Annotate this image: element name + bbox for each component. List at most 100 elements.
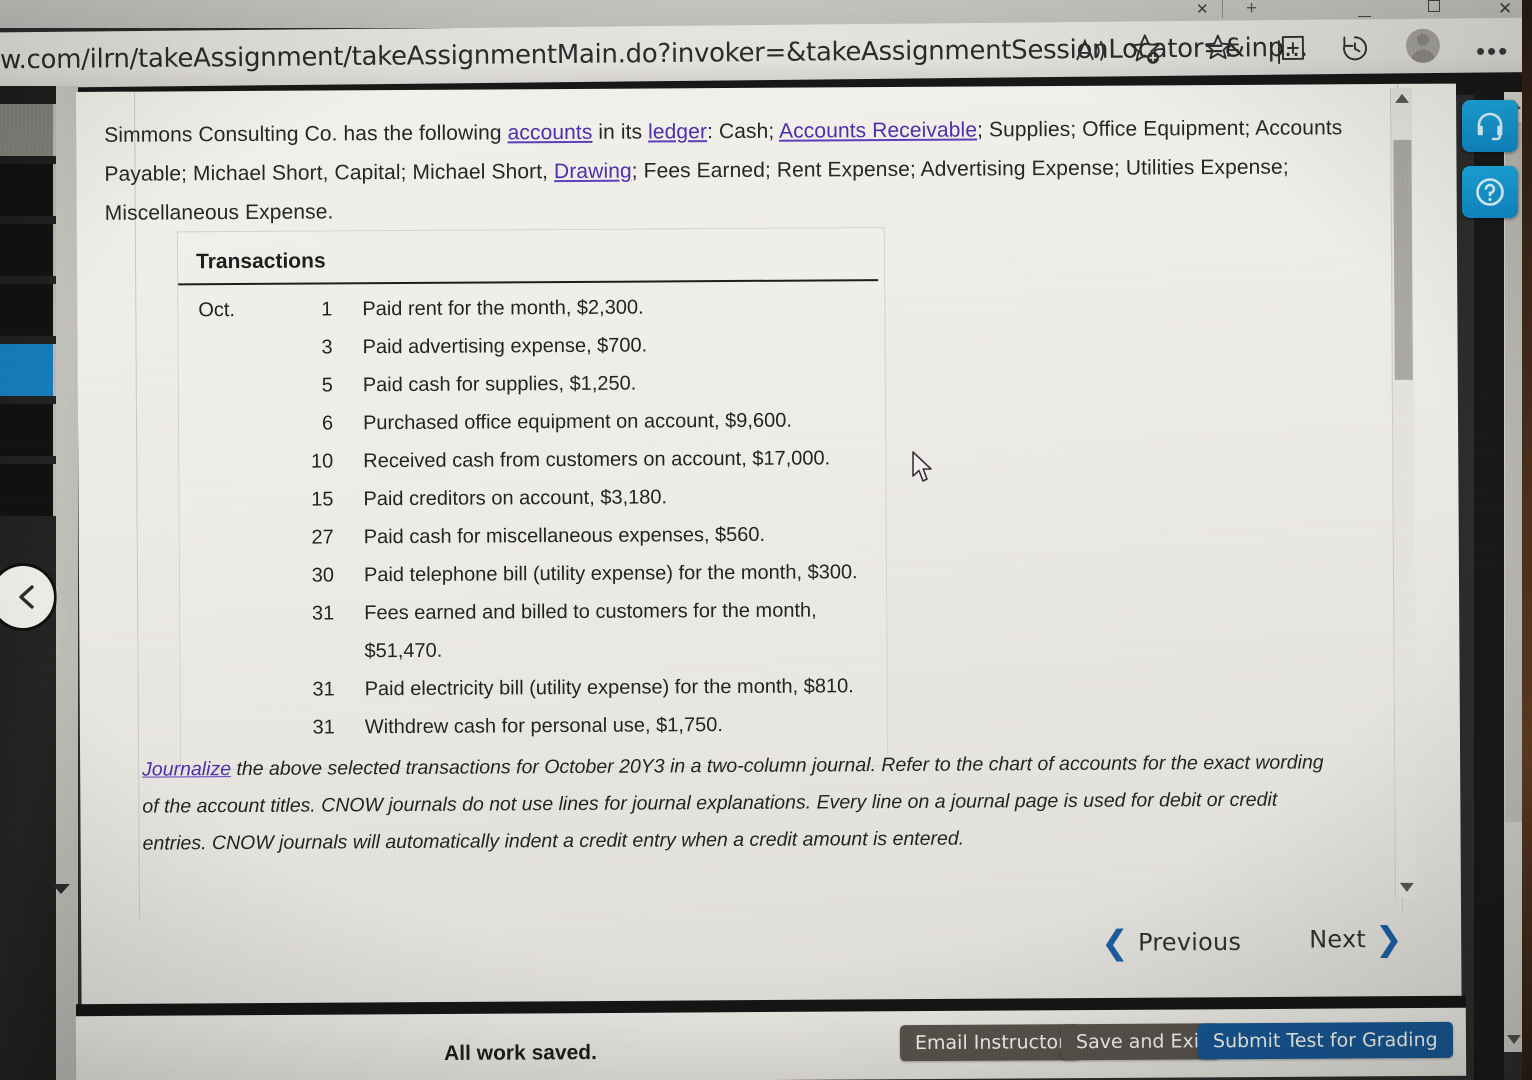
transaction-description: Fees earned and billed to customers for … [364, 599, 817, 663]
rail-item[interactable] [0, 104, 56, 156]
transaction-day: 10 [310, 450, 334, 473]
transaction-day: 30 [311, 564, 335, 587]
transactions-title: Transactions [195, 249, 326, 274]
transaction-description: Paid cash for supplies, $1,250. [362, 372, 637, 397]
mouse-cursor [911, 451, 937, 490]
transaction-description: Paid creditors on account, $3,180. [363, 486, 668, 511]
link-drawing[interactable]: Drawing [554, 160, 632, 183]
rail-item[interactable] [0, 164, 56, 216]
page-scroll-down-arrow-icon[interactable] [1507, 1035, 1521, 1044]
rail-item[interactable] [0, 284, 56, 336]
window-close-icon[interactable]: ✕ [1498, 0, 1512, 17]
profile-avatar[interactable] [1405, 28, 1446, 68]
transaction-row: 10 Received cash from customers on accoun… [179, 439, 885, 481]
transaction-month [199, 468, 285, 469]
transaction-description: Paid cash for miscellaneous expenses, $5… [363, 523, 766, 549]
transaction-month [199, 354, 285, 355]
transactions-list: Oct. 1 Paid rent for the month, $2,300. 3 Pa… [178, 287, 887, 747]
rail-item[interactable] [0, 404, 56, 456]
email-instructor-button[interactable]: Email Instructor [899, 1024, 1082, 1062]
link-journalize[interactable]: Journalize [142, 758, 231, 781]
transaction-day: 3 [321, 336, 333, 359]
intro-text-1: Simmons Consulting Co. has the following [104, 121, 508, 147]
assignment-page: Simmons Consulting Co. has the following… [76, 83, 1462, 1022]
transaction-row: Oct. 1 Paid rent for the month, $2,300. [178, 287, 884, 329]
transaction-description: Withdrew cash for personal use, $1,750. [364, 714, 723, 739]
transaction-month: Oct. [198, 299, 236, 322]
next-button[interactable]: Next ❯ [1309, 918, 1403, 959]
add-to-favorites-icon[interactable] [1128, 31, 1168, 71]
intro-text-3: : Cash; [706, 119, 780, 144]
transaction-day: 1 [321, 298, 333, 321]
tabstrip-divider [1222, 0, 1223, 18]
transaction-row: 27 Paid cash for miscellaneous expenses, … [180, 515, 886, 557]
transaction-day: 15 [311, 488, 334, 511]
rail-scroll-down-caret[interactable] [52, 884, 70, 894]
window-maximize-icon[interactable] [1428, 0, 1440, 14]
transaction-row: 31 Fees earned and billed to customers fo… [180, 591, 886, 671]
monitor-edge [1522, 0, 1532, 1080]
save-status-text: All work saved. [443, 1041, 598, 1065]
transaction-day: 5 [321, 374, 333, 397]
transactions-card: Transactions Oct. 1 Paid rent for the mont… [176, 227, 889, 771]
scroll-up-arrow-icon[interactable] [1395, 93, 1410, 103]
rail-light-strip [56, 86, 78, 1080]
transaction-day: 6 [321, 412, 334, 435]
transaction-row: 31 Paid electricity bill (utility expense… [181, 667, 887, 709]
transaction-month [199, 392, 285, 393]
assignment-instructions: Journalize the above selected transactio… [142, 744, 1343, 862]
link-accounts[interactable]: accounts [507, 121, 592, 145]
window-minimize-icon[interactable] [1358, 5, 1371, 19]
support-headset-button[interactable] [1462, 100, 1518, 152]
avatar [1405, 28, 1441, 63]
new-tab-icon[interactable]: + [1246, 0, 1257, 18]
transaction-month [199, 430, 285, 431]
submit-test-button[interactable]: Submit Test for Grading [1197, 1021, 1453, 1060]
rail-item[interactable] [0, 464, 56, 516]
transaction-description: Paid rent for the month, $2,300. [362, 296, 644, 321]
tab-close-icon[interactable]: ✕ [1196, 2, 1209, 17]
page-scrollbar[interactable] [1504, 92, 1524, 1052]
transaction-day: 31 [311, 602, 335, 625]
transaction-month [201, 734, 287, 735]
previous-button[interactable]: ❮ Previous [1101, 922, 1242, 962]
transaction-row: 30 Paid telephone bill (utility expense) … [180, 553, 886, 595]
link-ledger[interactable]: ledger [648, 120, 707, 143]
scrollbar-thumb[interactable] [1393, 139, 1413, 380]
link-accounts-receivable[interactable]: Accounts Receivable [779, 118, 977, 142]
history-icon[interactable] [1336, 29, 1376, 69]
transaction-description: Paid advertising expense, $700. [362, 334, 648, 359]
assignment-intro-paragraph: Simmons Consulting Co. has the following… [104, 108, 1345, 233]
collections-icon[interactable] [1272, 30, 1312, 70]
transaction-day: 31 [312, 716, 335, 739]
scroll-down-arrow-icon[interactable] [1399, 882, 1414, 892]
favorites-list-icon[interactable] [1204, 30, 1244, 70]
transaction-description: Paid telephone bill (utility expense) fo… [363, 561, 858, 587]
chevron-left-icon: ❮ [1101, 922, 1130, 962]
transaction-month [201, 696, 287, 697]
transaction-month [200, 544, 286, 545]
transaction-row: 15 Paid creditors on account, $3,180. [179, 477, 885, 519]
transaction-description: Purchased office equipment on account, $… [362, 409, 792, 435]
help-question-button[interactable] [1462, 166, 1518, 218]
transaction-row: 5 Paid cash for supplies, $1,250. [179, 363, 885, 405]
transaction-row: 6 Purchased office equipment on account, … [179, 401, 885, 443]
transactions-header-rule [178, 279, 879, 286]
chevron-right-icon: ❯ [1374, 918, 1403, 959]
transaction-description: Paid electricity bill (utility expense) … [364, 675, 854, 701]
transaction-month [200, 582, 286, 583]
previous-label: Previous [1137, 927, 1242, 957]
transaction-day: 27 [311, 526, 334, 549]
transaction-description: Received cash from customers on account,… [363, 447, 831, 473]
rail-item[interactable] [0, 224, 56, 276]
screen-photo: ✕ + ✕ w.com/ilrn/takeAssignment/takeAssi… [0, 0, 1532, 1080]
content-scrollbar[interactable] [1389, 87, 1417, 898]
rail-item-selected[interactable] [0, 344, 56, 396]
assignment-action-bar: All work saved. Email Instructor Save an… [75, 1007, 1467, 1080]
right-bezel-dark [1474, 92, 1504, 1080]
transaction-row: 31 Withdrew cash for personal use, $1,750… [181, 705, 887, 747]
read-aloud-icon[interactable] [1074, 36, 1114, 76]
transaction-row: 3 Paid advertising expense, $700. [178, 325, 884, 367]
intro-text-2: in its [592, 120, 649, 144]
floating-help-stack [1462, 100, 1518, 232]
